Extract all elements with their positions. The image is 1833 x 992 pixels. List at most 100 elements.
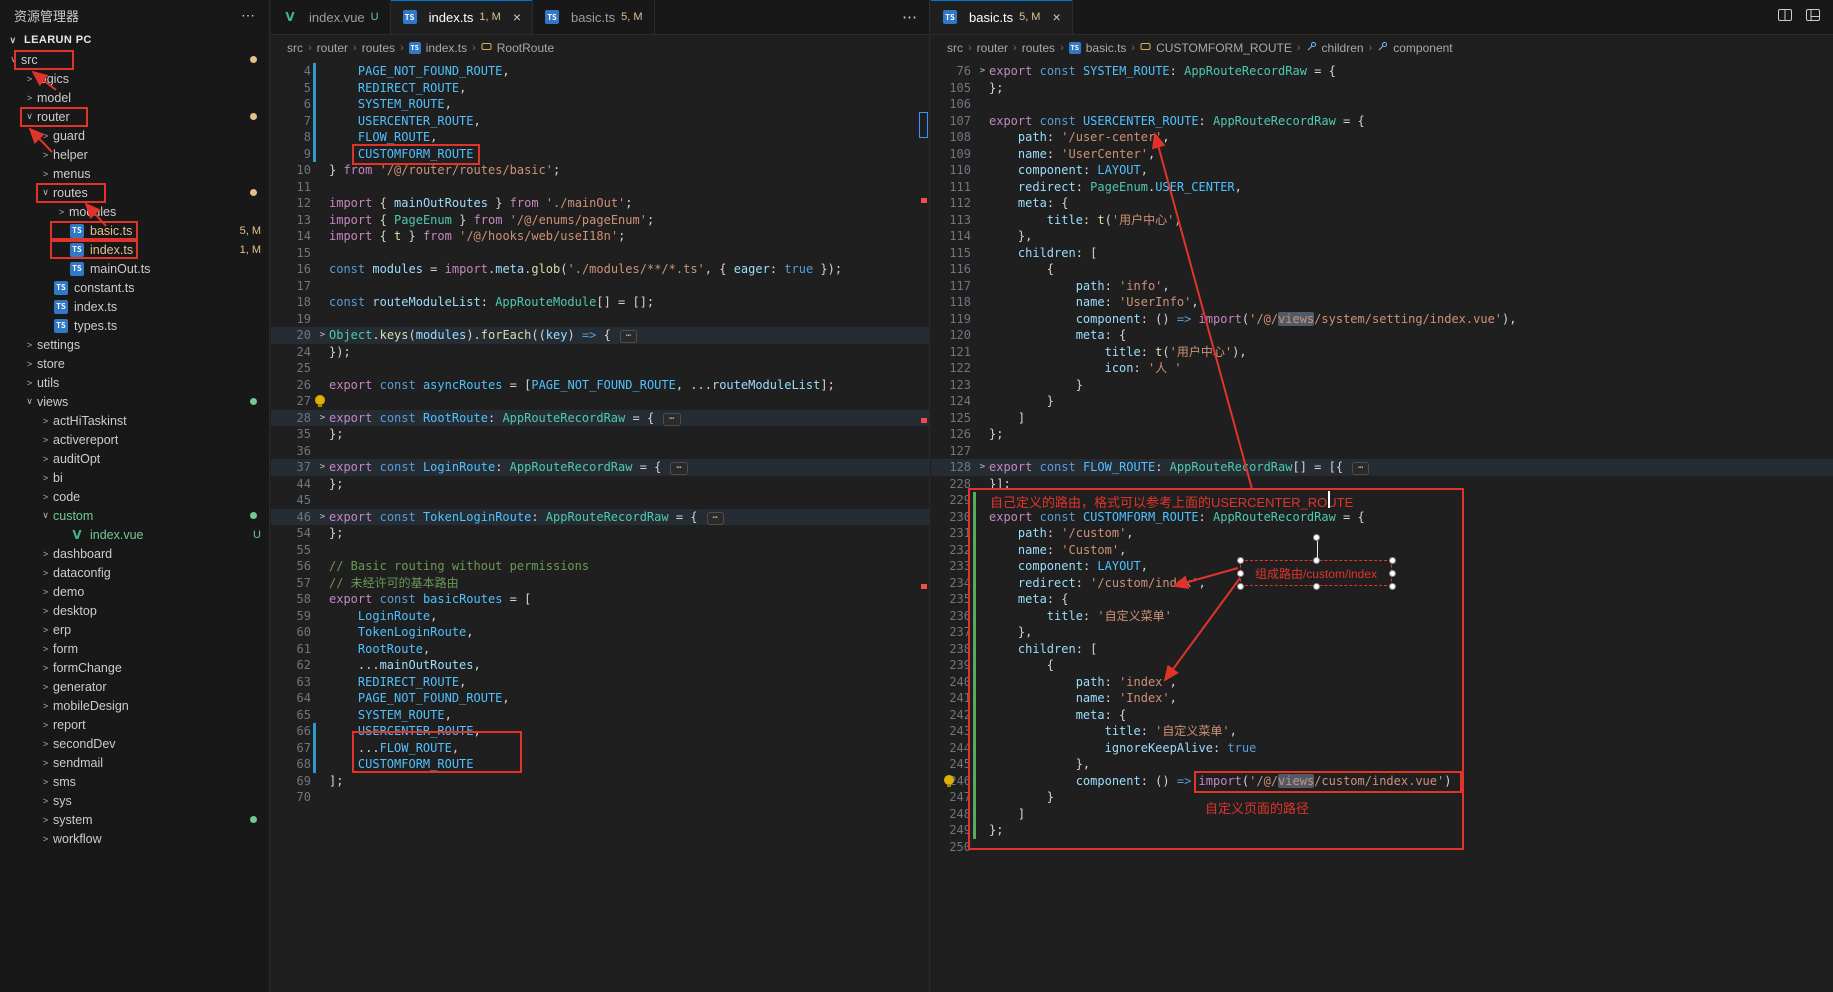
code-line[interactable]: 108 path: '/user-center', xyxy=(931,129,1833,146)
tree-item-formChange[interactable]: >formChange xyxy=(0,658,269,677)
code-line[interactable]: 67 ...FLOW_ROUTE, xyxy=(271,740,929,757)
tree-item-index.ts[interactable]: TSindex.ts1, M xyxy=(0,240,269,259)
chevron-down-icon[interactable]: ∨ xyxy=(22,396,37,407)
code-line[interactable]: 247 } xyxy=(931,789,1833,806)
code-line[interactable]: 242 meta: { xyxy=(931,707,1833,724)
code-line[interactable]: 54}; xyxy=(271,525,929,542)
chevron-right-icon[interactable]: > xyxy=(38,606,53,616)
code-line[interactable]: 229 xyxy=(931,492,1833,509)
selection-handle[interactable] xyxy=(1389,570,1396,577)
code-line[interactable]: 240 path: 'index', xyxy=(931,674,1833,691)
code-line[interactable]: 25 xyxy=(271,360,929,377)
code-line[interactable]: 115 children: [ xyxy=(931,245,1833,262)
code-line[interactable]: 127 xyxy=(931,443,1833,460)
selection-handle[interactable] xyxy=(1313,583,1320,590)
code-line[interactable]: 35}; xyxy=(271,426,929,443)
tree-item-routes[interactable]: ∨routes xyxy=(0,183,269,202)
tree-item-system[interactable]: >system xyxy=(0,810,269,829)
tab-basic.ts[interactable]: TSbasic.ts5, M× xyxy=(931,0,1073,34)
code-line[interactable]: 64 PAGE_NOT_FOUND_ROUTE, xyxy=(271,690,929,707)
code-line[interactable]: 11 xyxy=(271,179,929,196)
code-line[interactable]: 235 meta: { xyxy=(931,591,1833,608)
fold-chevron-icon[interactable]: > xyxy=(976,63,989,80)
code-line[interactable]: 126}; xyxy=(931,426,1833,443)
code-line[interactable]: 117 path: 'info', xyxy=(931,278,1833,295)
tree-item-modules[interactable]: >modules xyxy=(0,202,269,221)
chevron-right-icon[interactable]: > xyxy=(38,454,53,464)
code-line[interactable]: 111 redirect: PageEnum.USER_CENTER, xyxy=(931,179,1833,196)
tree-item-constant.ts[interactable]: TSconstant.ts xyxy=(0,278,269,297)
code-line[interactable]: 231 path: '/custom', xyxy=(931,525,1833,542)
selection-handle[interactable] xyxy=(1237,557,1244,564)
code-line[interactable]: 241 name: 'Index', xyxy=(931,690,1833,707)
code-line[interactable]: 18const routeModuleList: AppRouteModule[… xyxy=(271,294,929,311)
chevron-down-icon[interactable]: ∨ xyxy=(22,111,37,122)
code-line[interactable]: 116 { xyxy=(931,261,1833,278)
tree-item-src[interactable]: ∨src xyxy=(0,50,269,69)
fold-chevron-icon[interactable]: > xyxy=(316,459,329,476)
tree-item-basic.ts[interactable]: TSbasic.ts5, M xyxy=(0,221,269,240)
lightbulb-icon[interactable] xyxy=(944,775,954,785)
code-line[interactable]: 45 xyxy=(271,492,929,509)
chevron-right-icon[interactable]: > xyxy=(38,777,53,787)
fold-chevron-icon[interactable]: > xyxy=(316,410,329,427)
breadcrumb-item-src[interactable]: src xyxy=(947,41,963,55)
code-line[interactable]: 63 REDIRECT_ROUTE, xyxy=(271,674,929,691)
fold-ellipsis[interactable]: ⋯ xyxy=(1352,462,1369,475)
fold-chevron-icon[interactable]: > xyxy=(976,459,989,476)
breadcrumb-item-routes[interactable]: routes xyxy=(362,41,395,55)
code-line[interactable]: 24}); xyxy=(271,344,929,361)
code-line[interactable]: 107export const USERCENTER_ROUTE: AppRou… xyxy=(931,113,1833,130)
code-line[interactable]: 244 ignoreKeepAlive: true xyxy=(931,740,1833,757)
chevron-right-icon[interactable]: > xyxy=(38,549,53,559)
tree-item-form[interactable]: >form xyxy=(0,639,269,658)
chevron-right-icon[interactable]: > xyxy=(38,834,53,844)
tree-item-sendmail[interactable]: >sendmail xyxy=(0,753,269,772)
code-line[interactable]: 245 }, xyxy=(931,756,1833,773)
breadcrumb-item-router[interactable]: router xyxy=(977,41,1008,55)
tree-item-desktop[interactable]: >desktop xyxy=(0,601,269,620)
code-line[interactable]: 248 ] xyxy=(931,806,1833,823)
code-line[interactable]: 9 CUSTOMFORM_ROUTE xyxy=(271,146,929,163)
lightbulb-icon[interactable] xyxy=(315,395,325,405)
tree-item-activereport[interactable]: >activereport xyxy=(0,430,269,449)
code-line[interactable]: 121 title: t('用户中心'), xyxy=(931,344,1833,361)
chevron-right-icon[interactable]: > xyxy=(38,625,53,635)
tree-item-mainOut.ts[interactable]: TSmainOut.ts xyxy=(0,259,269,278)
tree-item-mobileDesign[interactable]: >mobileDesign xyxy=(0,696,269,715)
code-line[interactable]: 61 RootRoute, xyxy=(271,641,929,658)
breadcrumb-item-children[interactable]: children xyxy=(1306,41,1364,55)
code-line[interactable]: 76>export const SYSTEM_ROUTE: AppRouteRe… xyxy=(931,63,1833,80)
code-line[interactable]: 57// 未经许可的基本路由 xyxy=(271,575,929,592)
code-line[interactable]: 128>export const FLOW_ROUTE: AppRouteRec… xyxy=(931,459,1833,476)
code-line[interactable]: 230export const CUSTOMFORM_ROUTE: AppRou… xyxy=(931,509,1833,526)
tree-item-sys[interactable]: >sys xyxy=(0,791,269,810)
code-line[interactable]: 239 { xyxy=(931,657,1833,674)
rotation-handle[interactable] xyxy=(1313,534,1320,541)
code-line[interactable]: 122 icon: '人 ' xyxy=(931,360,1833,377)
tree-item-report[interactable]: >report xyxy=(0,715,269,734)
breadcrumb-item-RootRoute[interactable]: RootRoute xyxy=(481,41,554,55)
tree-item-guard[interactable]: >guard xyxy=(0,126,269,145)
fold-chevron-icon[interactable]: > xyxy=(316,327,329,344)
code-line[interactable]: 106 xyxy=(931,96,1833,113)
fold-ellipsis[interactable]: ⋯ xyxy=(663,413,680,426)
chevron-right-icon[interactable]: > xyxy=(38,169,53,179)
code-line[interactable]: 124 } xyxy=(931,393,1833,410)
tree-item-bi[interactable]: >bi xyxy=(0,468,269,487)
code-line[interactable]: 8 FLOW_ROUTE, xyxy=(271,129,929,146)
chevron-right-icon[interactable]: > xyxy=(38,587,53,597)
code-line[interactable]: 243 title: '自定义菜单', xyxy=(931,723,1833,740)
code-line[interactable]: 69]; xyxy=(271,773,929,790)
breadcrumb-item-index.ts[interactable]: TSindex.ts xyxy=(409,41,467,55)
code-line[interactable]: 123 } xyxy=(931,377,1833,394)
tree-item-index.ts[interactable]: TSindex.ts xyxy=(0,297,269,316)
chevron-right-icon[interactable]: > xyxy=(38,701,53,711)
code-line[interactable]: 17 xyxy=(271,278,929,295)
code-line[interactable]: 10} from '/@/router/routes/basic'; xyxy=(271,162,929,179)
tab-basic.ts[interactable]: TSbasic.ts5, M xyxy=(533,0,654,34)
code-line[interactable]: 37>export const LoginRoute: AppRouteReco… xyxy=(271,459,929,476)
chevron-down-icon[interactable]: ∨ xyxy=(38,510,53,521)
explorer-more-icon[interactable]: ⋯ xyxy=(241,7,255,24)
chevron-down-icon[interactable]: ∨ xyxy=(38,187,53,198)
